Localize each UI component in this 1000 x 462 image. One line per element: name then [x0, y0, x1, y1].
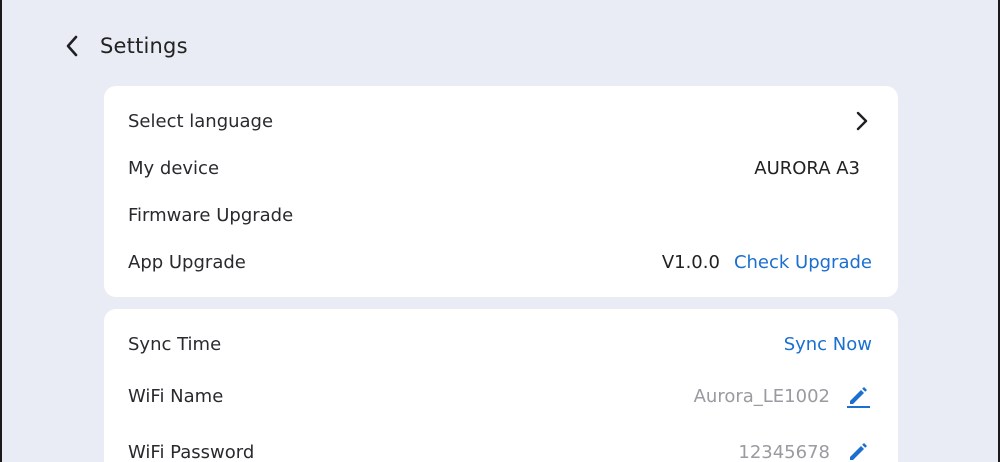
device-settings-card: Select language My device AURORA A3 Firm… — [104, 86, 898, 297]
wifi-name-label: WiFi Name — [128, 385, 224, 407]
row-wifi-password: WiFi Password 12345678 — [128, 437, 872, 462]
my-device-label: My device — [128, 157, 220, 179]
wifi-name-value: Aurora_LE1002 — [693, 385, 830, 407]
sync-now-link[interactable]: Sync Now — [784, 334, 872, 355]
settings-screen: Settings Select language My device AUROR… — [0, 0, 1000, 462]
wifi-password-label: WiFi Password — [128, 441, 255, 462]
chevron-left-icon — [66, 35, 78, 57]
pencil-icon[interactable] — [844, 437, 872, 462]
device-name-value: AURORA A3 — [754, 157, 860, 179]
network-settings-card: Sync Time Sync Now WiFi Name Aurora_LE10… — [104, 309, 898, 462]
page-header: Settings — [58, 26, 188, 66]
app-version-value: V1.0.0 — [661, 251, 720, 273]
back-button[interactable] — [58, 26, 86, 66]
sync-time-label: Sync Time — [128, 333, 222, 355]
row-select-language[interactable]: Select language — [128, 106, 872, 136]
page-title: Settings — [100, 34, 188, 58]
row-firmware-upgrade[interactable]: Firmware Upgrade — [128, 200, 872, 230]
row-sync-time: Sync Time Sync Now — [128, 329, 872, 359]
row-wifi-name: WiFi Name Aurora_LE1002 — [128, 381, 872, 411]
check-upgrade-link[interactable]: Check Upgrade — [734, 252, 872, 273]
row-my-device: My device AURORA A3 — [128, 153, 872, 183]
pencil-icon[interactable] — [844, 381, 872, 411]
firmware-upgrade-label: Firmware Upgrade — [128, 204, 294, 226]
row-app-upgrade: App Upgrade V1.0.0 Check Upgrade — [128, 247, 872, 277]
select-language-label: Select language — [128, 110, 274, 132]
screen-edge-left — [0, 0, 2, 462]
app-upgrade-label: App Upgrade — [128, 251, 246, 273]
wifi-password-value: 12345678 — [738, 441, 830, 462]
chevron-right-icon[interactable] — [852, 106, 872, 136]
